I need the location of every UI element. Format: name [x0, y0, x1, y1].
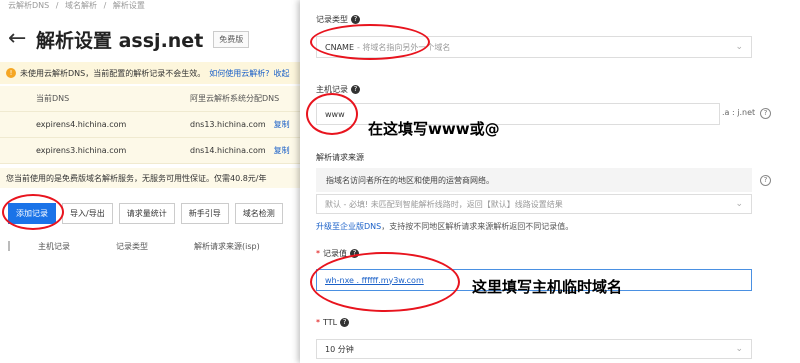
how-to-use-link[interactable]: 如何使用云解析?: [209, 68, 269, 79]
upgrade-text: ，支持按不同地区解析请求来源解析返回不同记录值。: [381, 222, 574, 231]
request-stats-button[interactable]: 请求量统计: [118, 203, 175, 224]
column-header: 记录类型: [116, 241, 148, 251]
chevron-down-icon: ⌄: [735, 199, 743, 209]
record-type-select[interactable]: CNAME - 将域名指向另外一个域名 ⌄: [316, 36, 752, 58]
copy-link[interactable]: 复制: [274, 146, 290, 155]
question-circle-icon[interactable]: ?: [760, 175, 771, 186]
collapse-link[interactable]: 收起: [273, 68, 289, 79]
upgrade-enterprise-link[interactable]: 升级至企业版DNS: [316, 222, 381, 231]
column-header: 主机记录: [38, 241, 70, 251]
breadcrumb-item: 解析设置: [112, 1, 145, 10]
records-table-header: 主机记录 记录类型 解析请求来源(isp): [8, 236, 300, 256]
free-plan-notice: 您当前使用的是免费版域名解析服务，无服务可用性保证。仅需40.8元/年: [0, 168, 300, 188]
beginner-guide-button[interactable]: 新手引导: [180, 203, 229, 224]
annotation-value: 这里填写主机临时域名: [472, 278, 623, 296]
table-row: expirens3.hichina.com dns14.hichina.com 复…: [0, 138, 300, 164]
record-value: wh-nxe . ffffff.my3w.com: [325, 275, 424, 285]
warning-icon: !: [6, 68, 16, 78]
resolution-line-tip: 指域名访问者所在的地区和使用的运营商网络。: [316, 168, 752, 192]
dns-warning-bar: ! 未使用云解析DNS，当前配置的解析记录不会生效。 如何使用云解析? 收起: [0, 62, 300, 84]
assigned-dns-value: dns13.hichina.com: [190, 120, 266, 129]
warning-text: 未使用云解析DNS，当前配置的解析记录不会生效。: [20, 68, 206, 78]
assigned-dns-cell: dns14.hichina.com 复制: [190, 145, 300, 156]
breadcrumb: 云解析DNS / 域名解析 / 解析设置: [8, 0, 149, 12]
column-header: 阿里云解析系统分配DNS: [190, 94, 280, 103]
record-type-label: 记录类型 ?: [316, 14, 360, 25]
import-export-button[interactable]: 导入/导出: [62, 203, 113, 224]
select-all-checkbox[interactable]: [8, 241, 10, 251]
resolution-line-select[interactable]: 默认 - 必填! 未匹配到智能解析线路时，返回【默认】线路设置结果 ⌄: [316, 194, 752, 214]
title-row: ← 解析设置 assj.net 免费版: [8, 24, 250, 54]
record-type-hint: - 将域名指向另外一个域名: [357, 42, 451, 52]
breadcrumb-item[interactable]: 云解析DNS: [8, 1, 49, 10]
copy-link[interactable]: 复制: [274, 120, 290, 129]
domain-suffix: .a : j.net: [722, 108, 756, 117]
dns-settings-page: 云解析DNS / 域名解析 / 解析设置 ← 解析设置 assj.net 免费版…: [0, 0, 300, 363]
question-circle-icon[interactable]: ?: [760, 108, 771, 119]
resolution-line-label: 解析请求来源: [316, 153, 364, 162]
table-header-row: 当前DNS 阿里云解析系统分配DNS: [0, 86, 300, 112]
assigned-dns-cell: dns13.hichina.com 复制: [190, 119, 300, 130]
chevron-down-icon: ⌄: [735, 42, 743, 52]
upgrade-notice: 升级至企业版DNS，支持按不同地区解析请求来源解析返回不同记录值。: [316, 221, 573, 232]
plan-badge: 免费版: [213, 30, 250, 48]
resolution-line-value: 默认 - 必填! 未匹配到智能解析线路时，返回【默认】线路设置结果: [325, 199, 563, 209]
record-type-value: CNAME: [325, 42, 354, 52]
nameserver-table: 当前DNS 阿里云解析系统分配DNS expirens4.hichina.com…: [0, 86, 300, 164]
current-dns-cell: expirens3.hichina.com: [36, 146, 127, 155]
ttl-select[interactable]: 10 分钟 ⌄: [316, 339, 752, 359]
record-value-label-text: 记录值: [323, 249, 347, 258]
arrow-left-icon[interactable]: ←: [8, 28, 34, 50]
host-record-label: 主机记录 ?: [316, 84, 360, 95]
ttl-label-text: TTL: [323, 318, 338, 327]
column-header: 当前DNS: [36, 94, 70, 103]
breadcrumb-separator: /: [103, 1, 107, 10]
help-icon[interactable]: ?: [351, 15, 360, 24]
annotation-host: 在这填写www或@: [368, 120, 500, 138]
record-toolbar: 添加记录 导入/导出 请求量统计 新手引导 域名检测: [8, 203, 289, 224]
ttl-value: 10 分钟: [325, 344, 354, 354]
required-mark: *: [316, 318, 320, 327]
assigned-dns-value: dns14.hichina.com: [190, 146, 266, 155]
required-mark: *: [316, 249, 320, 258]
host-record-value: www: [325, 109, 345, 119]
record-value-label: * 记录值 ?: [316, 248, 359, 259]
ttl-label: * TTL ?: [316, 318, 350, 327]
help-icon[interactable]: ?: [350, 249, 359, 258]
breadcrumb-item[interactable]: 域名解析: [65, 1, 97, 10]
current-dns-cell: expirens4.hichina.com: [36, 120, 127, 129]
chevron-down-icon: ⌄: [735, 344, 743, 354]
add-record-button[interactable]: 添加记录: [8, 203, 56, 224]
column-header: 解析请求来源(isp): [194, 241, 260, 251]
table-row: expirens4.hichina.com dns13.hichina.com 复…: [0, 112, 300, 138]
domain-check-button[interactable]: 域名检测: [234, 203, 283, 224]
page-title: 解析设置 assj.net: [36, 29, 204, 52]
help-icon[interactable]: ?: [340, 318, 350, 327]
record-type-label-text: 记录类型: [316, 15, 348, 24]
help-icon[interactable]: ?: [351, 85, 360, 94]
breadcrumb-separator: /: [55, 1, 59, 10]
host-record-label-text: 主机记录: [316, 85, 348, 94]
